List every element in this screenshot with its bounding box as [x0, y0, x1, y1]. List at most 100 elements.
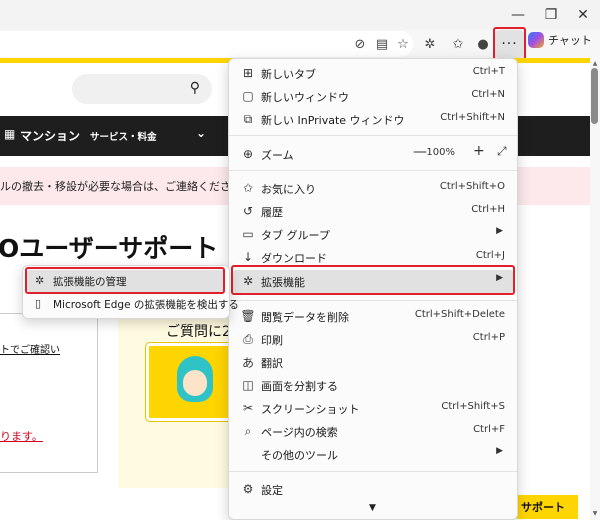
- search-icon: ⚲: [189, 80, 200, 96]
- close-button[interactable]: ✕: [565, 0, 600, 30]
- menu-item-downloads[interactable]: ↓ ダウンロード Ctrl+J: [233, 246, 513, 269]
- submenu-item-label: Microsoft Edge の拡張機能を検出する: [53, 299, 239, 311]
- extensions-submenu: ✲ 拡張機能の管理 ▯ Microsoft Edge の拡張機能を検出する: [22, 265, 239, 319]
- menu-item-screenshot[interactable]: ✂ スクリーンショット Ctrl+Shift+S: [233, 397, 513, 420]
- history-icon: ↺: [242, 204, 254, 218]
- inprivate-icon: ⧉: [243, 111, 253, 126]
- scroll-down-icon[interactable]: ▼: [590, 508, 600, 518]
- menu-item-shortcut: Ctrl+T: [472, 66, 505, 77]
- menu-item-zoom: ⊕ ズーム — 100% + ⤢: [233, 143, 513, 166]
- menu-separator: [229, 170, 517, 171]
- chevron-down-icon[interactable]: ⌄: [196, 126, 206, 140]
- page-title: Oユーザーサポート: [0, 234, 219, 263]
- submenu-item-discover-extensions[interactable]: ▯ Microsoft Edge の拡張機能を検出する: [27, 293, 239, 315]
- fullscreen-icon[interactable]: ⤢: [497, 144, 507, 159]
- menu-item-label: 画面を分割する: [261, 380, 338, 393]
- menu-item-shortcut: Ctrl+H: [471, 204, 505, 215]
- favorites-bar-icon[interactable]: ✩: [446, 32, 470, 56]
- menu-item-extensions[interactable]: ✲ 拡張機能 ▶: [233, 270, 513, 293]
- menu-item-settings[interactable]: ⚙ 設定: [233, 478, 513, 501]
- notice-text: ルの撤去・移設が必要な場合は、ご連絡ください。: [0, 180, 253, 193]
- menu-item-label: ダウンロード: [261, 252, 327, 265]
- menu-item-label: 新しいウィンドウ: [261, 91, 349, 104]
- delete-browsing-data-icon: 🗑: [240, 309, 256, 323]
- submenu-item-label: 拡張機能の管理: [53, 276, 127, 288]
- zoom-in-button[interactable]: +: [473, 143, 485, 159]
- menu-item-new-tab[interactable]: ⊞ 新しいタブ Ctrl+T: [233, 62, 513, 85]
- menu-item-tab-groups[interactable]: ▭ タブ グループ ▶: [233, 223, 513, 246]
- menu-separator: [229, 471, 517, 472]
- restore-button[interactable]: ❐: [533, 0, 569, 30]
- menu-item-shortcut: Ctrl+F: [473, 424, 505, 435]
- menu-item-print[interactable]: ⎙ 印刷 Ctrl+P: [233, 328, 513, 351]
- info-card: [0, 313, 98, 473]
- nav-item-service[interactable]: サービス・料金: [90, 129, 157, 143]
- copilot-button[interactable]: チャット: [528, 32, 592, 48]
- profile-avatar-icon[interactable]: ●: [471, 32, 495, 56]
- menu-separator: [229, 135, 517, 136]
- settings-icon: ⚙: [242, 482, 254, 496]
- menu-item-label: ズーム: [261, 149, 294, 162]
- scroll-up-icon[interactable]: ▲: [590, 58, 600, 68]
- copilot-label: チャット: [548, 34, 592, 47]
- screenshot-icon: ✂: [242, 401, 254, 415]
- menu-item-shortcut: Ctrl+N: [471, 89, 505, 100]
- nav-brand[interactable]: マンション: [20, 127, 80, 144]
- mascot-face: [183, 370, 207, 396]
- info-link[interactable]: トでご確認い: [0, 341, 60, 356]
- menu-item-translate[interactable]: あ 翻訳: [233, 351, 513, 374]
- menu-item-split-screen[interactable]: ◫ 画面を分割する: [233, 374, 513, 397]
- new-tab-icon: ⊞: [242, 66, 254, 80]
- menu-item-history[interactable]: ↺ 履歴 Ctrl+H: [233, 200, 513, 223]
- chevron-right-icon: ▶: [496, 273, 503, 283]
- settings-and-more-button[interactable]: ···: [495, 30, 524, 58]
- menu-item-favorites[interactable]: ✩ お気に入り Ctrl+Shift+O: [233, 177, 513, 200]
- menu-item-shortcut: Ctrl+P: [472, 332, 505, 343]
- menu-item-label: 新しいタブ: [261, 68, 316, 81]
- menu-item-label: スクリーンショット: [261, 403, 360, 416]
- menu-separator: [229, 300, 517, 301]
- copilot-icon: [528, 32, 544, 48]
- chevron-right-icon: ▶: [496, 226, 503, 236]
- promo-card[interactable]: [146, 343, 236, 421]
- extensions-icon: ✲: [242, 274, 254, 288]
- menu-item-label: お気に入り: [261, 183, 316, 196]
- find-on-page-icon: ⌕: [244, 423, 252, 438]
- tab-groups-icon: ▭: [242, 227, 254, 241]
- split-screen-icon: ◫: [242, 378, 254, 392]
- menu-scroll-down-icon[interactable]: ▼: [369, 503, 376, 513]
- notice-link[interactable]: ります。: [0, 428, 43, 444]
- menu-item-shortcut: Ctrl+Shift+Delete: [414, 309, 505, 320]
- zoom-value: 100%: [426, 147, 455, 158]
- print-icon: ⎙: [243, 331, 253, 346]
- menu-item-label: 設定: [261, 484, 283, 497]
- store-icon: ▯: [35, 297, 42, 310]
- favorites-icon: ✩: [242, 181, 254, 195]
- menu-item-delete-data[interactable]: 🗑 閲覧データを削除 Ctrl+Shift+Delete: [233, 305, 513, 328]
- zoom-icon: ⊕: [242, 147, 254, 161]
- tracking-prevention-icon[interactable]: ⊘: [348, 32, 372, 56]
- support-button[interactable]: サポート: [508, 495, 578, 519]
- menu-item-shortcut: Ctrl+Shift+S: [441, 401, 505, 412]
- menu-item-new-inprivate[interactable]: ⧉ 新しい InPrivate ウィンドウ Ctrl+Shift+N: [233, 108, 513, 131]
- extensions-icon: ✲: [35, 274, 45, 287]
- submenu-item-manage-extensions[interactable]: ✲ 拡張機能の管理: [27, 270, 225, 292]
- zoom-out-button[interactable]: —: [413, 144, 427, 160]
- menu-item-shortcut: Ctrl+Shift+N: [440, 112, 505, 123]
- extensions-icon[interactable]: ✲: [418, 32, 442, 56]
- translate-icon: あ: [241, 355, 254, 370]
- menu-item-shortcut: Ctrl+Shift+O: [439, 181, 505, 192]
- menu-item-more-tools[interactable]: その他のツール ▶: [233, 443, 513, 466]
- menu-item-label: タブ グループ: [261, 229, 330, 242]
- site-search-input[interactable]: ⚲: [72, 74, 212, 104]
- scrollbar-thumb[interactable]: [591, 68, 598, 124]
- mascot-image: [177, 356, 213, 402]
- menu-item-find[interactable]: ⌕ ページ内の検索 Ctrl+F: [233, 420, 513, 443]
- menu-item-label: 拡張機能: [261, 276, 305, 289]
- scrollbar[interactable]: [590, 58, 600, 520]
- minimize-button[interactable]: —: [500, 0, 536, 30]
- menu-item-label: 新しい InPrivate ウィンドウ: [261, 114, 405, 127]
- promo-text: ご質問に2: [166, 324, 231, 340]
- menu-item-new-window[interactable]: ▢ 新しいウィンドウ Ctrl+N: [233, 85, 513, 108]
- favorite-star-icon[interactable]: ☆: [391, 32, 415, 56]
